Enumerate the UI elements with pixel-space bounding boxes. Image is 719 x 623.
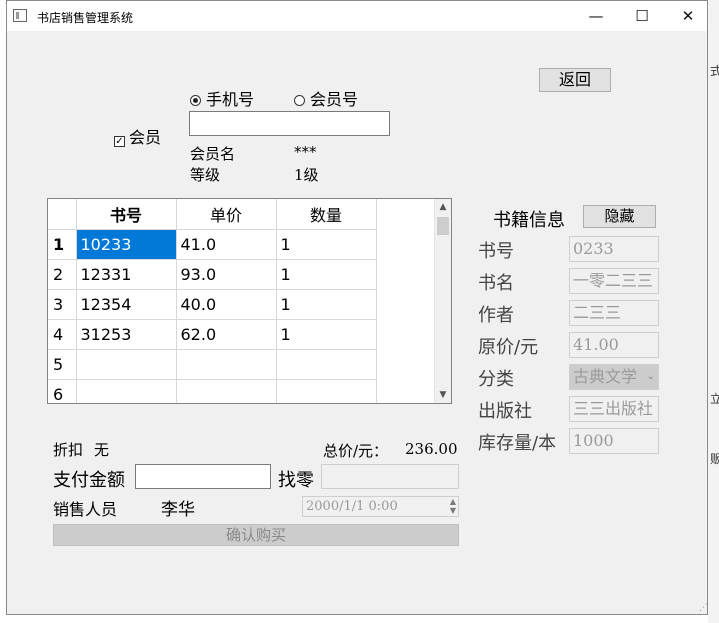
seller-value: 李华	[161, 500, 195, 520]
total-value: 236.00	[405, 440, 458, 458]
book-no-field[interactable]: 0233	[569, 236, 659, 262]
pay-input[interactable]	[135, 464, 271, 489]
table-header-row: 书号 单价 数量	[48, 199, 377, 230]
cell-price[interactable]: 40.0	[175, 288, 277, 320]
cell-price[interactable]: 93.0	[175, 258, 277, 290]
app-icon	[13, 9, 27, 22]
row-number[interactable]: 2	[48, 258, 77, 290]
total-label: 总价/元：	[323, 442, 389, 460]
category-value: 古典文学	[573, 367, 638, 386]
table-row[interactable]: 5	[48, 348, 377, 380]
cell-book-no[interactable]: 10233	[75, 228, 177, 260]
table-row[interactable]: 6	[48, 378, 377, 403]
background-text: 式	[710, 64, 719, 78]
cell-price[interactable]: 41.0	[175, 228, 277, 260]
cell-book-no[interactable]: 12331	[75, 258, 177, 290]
book-field-label: 分类	[478, 369, 514, 390]
chevron-down-icon: ⌄	[646, 371, 655, 382]
member-level-label: 等级	[190, 166, 221, 184]
row-number[interactable]: 4	[48, 318, 77, 350]
original-price-field[interactable]: 41.00	[569, 332, 659, 358]
book-field-label: 原价/元	[478, 337, 539, 358]
publisher-field[interactable]: 三三出版社	[569, 396, 659, 422]
cell-book-no[interactable]: 31253	[75, 318, 177, 350]
book-field-label: 库存量/本	[478, 433, 557, 454]
table-row[interactable]: 2 12331 93.0 1	[48, 258, 377, 290]
member-checkbox-label: 会员	[129, 128, 162, 147]
cell-price[interactable]	[175, 348, 277, 380]
discount-value: 无	[94, 441, 110, 459]
book-field-label: 作者	[478, 305, 514, 326]
radio-phone-label: 手机号	[206, 90, 255, 109]
column-header-book-no[interactable]: 书号	[75, 199, 177, 230]
cell-qty[interactable]: 1	[275, 318, 377, 350]
background-text: 贩	[710, 452, 719, 466]
table-row[interactable]: 1 10233 41.0 1	[48, 228, 377, 260]
member-level-value: 1级	[294, 166, 319, 184]
resize-grip-icon[interactable]: ⋰	[699, 603, 708, 613]
cell-qty[interactable]	[275, 348, 377, 380]
minimize-button[interactable]: —	[573, 1, 619, 31]
hide-button[interactable]: 隐藏	[583, 205, 656, 228]
book-field-label: 书号	[478, 241, 514, 262]
cell-book-no[interactable]	[75, 348, 177, 380]
background-window: 式 立 贩	[708, 0, 719, 623]
author-field[interactable]: 二三三	[569, 300, 659, 326]
radio-phone[interactable]: 手机号	[190, 86, 254, 110]
table-row[interactable]: 3 12354 40.0 1	[48, 288, 377, 320]
radio-member-no[interactable]: 会员号	[294, 86, 358, 110]
member-name-value: ***	[294, 143, 317, 161]
scroll-up-icon[interactable]: ▲	[435, 199, 451, 215]
change-label: 找零	[278, 470, 314, 491]
row-number[interactable]: 6	[48, 378, 77, 403]
book-field-label: 书名	[478, 273, 514, 294]
close-button[interactable]: ✕	[665, 1, 711, 31]
category-select[interactable]: 古典文学 ⌄	[569, 364, 659, 390]
table-row[interactable]: 4 31253 62.0 1	[48, 318, 377, 350]
book-field-label: 出版社	[478, 401, 532, 422]
cell-qty[interactable]: 1	[275, 288, 377, 320]
pay-label: 支付金额	[53, 470, 125, 491]
stock-field[interactable]: 1000	[569, 428, 659, 454]
title-bar: 书店销售管理系统 — ☐ ✕	[7, 1, 707, 31]
radio-unselected-icon	[294, 95, 305, 106]
seller-label: 销售人员	[53, 500, 118, 519]
cell-qty[interactable]: 1	[275, 258, 377, 290]
scroll-thumb[interactable]	[437, 217, 449, 235]
row-number[interactable]: 5	[48, 348, 77, 380]
book-name-field[interactable]: 一零二三三	[569, 268, 659, 294]
scroll-down-icon[interactable]: ▼	[435, 387, 451, 403]
datetime-value: 2000/1/1 0:00	[306, 499, 398, 514]
member-input[interactable]	[189, 111, 390, 136]
column-header-price[interactable]: 单价	[175, 199, 277, 230]
cell-book-no[interactable]: 12354	[75, 288, 177, 320]
discount-label: 折扣	[53, 441, 84, 459]
cell-price[interactable]: 62.0	[175, 318, 277, 350]
order-grid: 书号 单价 数量 1 10233 41.0 1 2 12331 93.0 1 3…	[48, 199, 377, 403]
column-header-qty[interactable]: 数量	[275, 199, 377, 230]
cell-qty[interactable]: 1	[275, 228, 377, 260]
confirm-purchase-button[interactable]: 确认购买	[53, 524, 459, 546]
table-scrollbar[interactable]: ▲ ▼	[434, 199, 451, 403]
radio-selected-icon	[190, 95, 201, 106]
back-button[interactable]: 返回	[539, 68, 611, 92]
cell-qty[interactable]	[275, 378, 377, 403]
change-field[interactable]	[321, 464, 459, 489]
maximize-button[interactable]: ☐	[619, 1, 665, 31]
row-number[interactable]: 3	[48, 288, 77, 320]
cell-book-no[interactable]	[75, 378, 177, 403]
radio-member-no-label: 会员号	[310, 90, 359, 109]
window-title: 书店销售管理系统	[37, 11, 134, 25]
cell-price[interactable]	[175, 378, 277, 403]
member-name-label: 会员名	[190, 145, 236, 163]
book-info-title: 书籍信息	[493, 210, 565, 231]
member-checkbox[interactable]: ✓ 会员	[114, 124, 161, 148]
order-table[interactable]: 书号 单价 数量 1 10233 41.0 1 2 12331 93.0 1 3…	[47, 198, 452, 404]
datetime-field[interactable]: 2000/1/1 0:00 ▲ ▼	[302, 496, 459, 517]
spin-arrows-icon[interactable]: ▲ ▼	[450, 497, 456, 515]
row-number[interactable]: 1	[48, 228, 77, 260]
corner-cell	[48, 199, 77, 230]
background-text: 立	[710, 392, 719, 406]
check-icon: ✓	[114, 136, 125, 147]
